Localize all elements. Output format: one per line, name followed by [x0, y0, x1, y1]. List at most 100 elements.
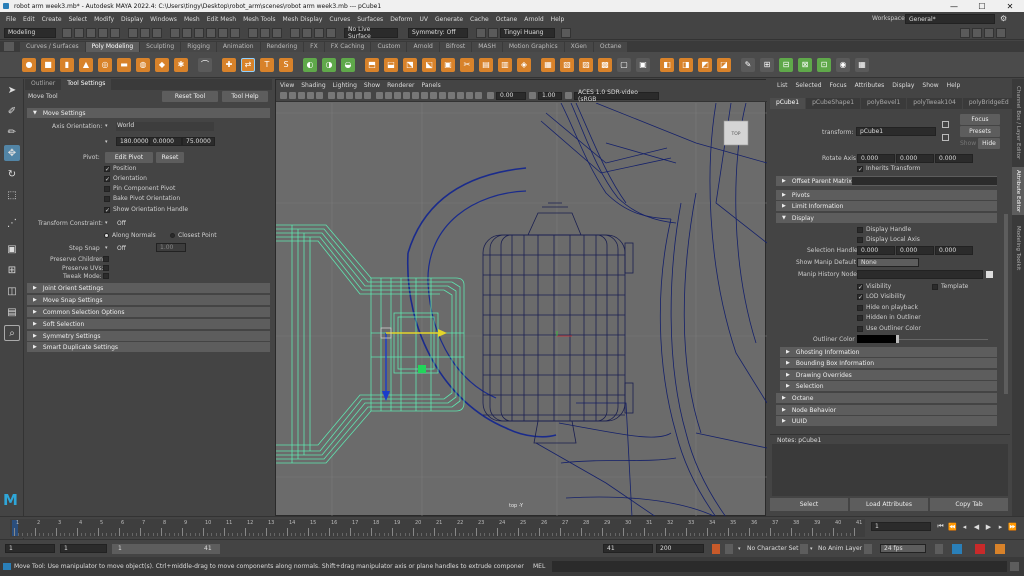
- symmetry-dropdown[interactable]: Symmetry: Off: [408, 27, 468, 38]
- node-behavior-section[interactable]: ▶ Node Behavior: [776, 405, 997, 415]
- menu-modify[interactable]: Modify: [94, 16, 114, 23]
- lod-visibility-checkbox[interactable]: ✓ LOD Visibility: [857, 293, 906, 300]
- hidden-in-outliner-checkbox[interactable]: Hidden in Outliner: [857, 314, 921, 321]
- ipr-render-icon[interactable]: [314, 27, 324, 38]
- selection-handle-y-field[interactable]: 0.000: [896, 246, 934, 255]
- bounding-box-information-section[interactable]: ▶ Bounding Box Information: [780, 358, 997, 368]
- outliner-color-slider[interactable]: [898, 339, 988, 340]
- render-settings-icon[interactable]: [326, 27, 336, 38]
- edit-pivot-button[interactable]: Edit Pivot: [105, 152, 153, 163]
- select-tool-icon[interactable]: ➤: [4, 82, 20, 98]
- wireframe-icon[interactable]: [376, 92, 383, 99]
- bevel-icon[interactable]: ⬓: [384, 57, 398, 72]
- shelf-tab-rendering[interactable]: Rendering: [260, 42, 304, 52]
- quad-draw-icon[interactable]: ⊞: [760, 57, 774, 72]
- node-editor-icon[interactable]: ▦: [855, 57, 869, 72]
- bridge-icon[interactable]: ⬔: [403, 57, 417, 72]
- ae-menu-help[interactable]: Help: [947, 82, 961, 89]
- ghosting-information-section[interactable]: ▶ Ghosting Information: [780, 347, 997, 357]
- joint-orient-settings-section[interactable]: ▶ Joint Orient Settings: [27, 283, 270, 293]
- zoom-icon[interactable]: ⌕: [4, 325, 20, 341]
- animation-preferences-icon[interactable]: [725, 544, 733, 554]
- pivots-section[interactable]: ▶ Pivots: [776, 190, 997, 200]
- single-perspective-layout-icon[interactable]: ▣: [4, 241, 20, 257]
- menu-uv[interactable]: UV: [420, 16, 429, 23]
- node-tab-polybevel1[interactable]: polyBevel1: [861, 98, 907, 109]
- automatic-mapping-icon[interactable]: ▧: [560, 57, 574, 72]
- snap-surface-icon[interactable]: [218, 27, 228, 38]
- render-frame-icon[interactable]: [302, 27, 312, 38]
- manipulator-plane-handle[interactable]: [418, 365, 426, 373]
- view-transform-dropdown[interactable]: ACES 1.0 SDR-video (sRGB: [574, 89, 659, 103]
- bookmark-icon[interactable]: [298, 92, 305, 99]
- transform-name-field[interactable]: pCube1: [856, 127, 936, 136]
- poly-plane-icon[interactable]: ▬: [117, 57, 131, 72]
- viewport-menu-lighting[interactable]: Lighting: [333, 82, 357, 89]
- ae-menu-focus[interactable]: Focus: [830, 82, 847, 89]
- axis-y-field[interactable]: 0.0000: [149, 137, 182, 146]
- current-frame-field[interactable]: 1: [871, 522, 931, 531]
- shelf-tab-fx-caching[interactable]: FX Caching: [324, 42, 371, 52]
- display-section[interactable]: ▼ Display: [776, 213, 997, 223]
- common-selection-options-section[interactable]: ▶ Common Selection Options: [27, 307, 270, 317]
- user-account-icon[interactable]: [488, 27, 498, 38]
- menu-deform[interactable]: Deform: [390, 16, 412, 23]
- history-icon[interactable]: [248, 27, 258, 38]
- toggle-modeling-toolkit-icon[interactable]: [960, 28, 970, 38]
- smooth-icon[interactable]: ◑: [322, 57, 336, 72]
- outliner-layout-icon[interactable]: ▤: [4, 304, 20, 320]
- select-object-icon[interactable]: [140, 27, 150, 38]
- snap-point-icon[interactable]: [194, 27, 204, 38]
- hide-on-playback-checkbox[interactable]: Hide on playback: [857, 304, 918, 311]
- target-weld-icon[interactable]: ◈: [517, 57, 531, 72]
- menu-help[interactable]: Help: [551, 16, 565, 23]
- outliner-color-swatch[interactable]: [857, 335, 897, 343]
- shelf-tab-animation[interactable]: Animation: [216, 42, 260, 52]
- rotate-axis-y-field[interactable]: 0.000: [896, 154, 934, 163]
- film-gate-icon[interactable]: [328, 92, 335, 99]
- render-view-icon[interactable]: [290, 27, 300, 38]
- playback-start-field[interactable]: 1: [60, 544, 107, 553]
- booleans-icon[interactable]: ◩: [698, 57, 712, 72]
- viewport-canvas[interactable]: TOP top -Y: [276, 103, 767, 517]
- lights-icon[interactable]: [412, 92, 419, 99]
- help-icon[interactable]: [561, 27, 571, 38]
- platonic-solid-icon[interactable]: ◆: [155, 57, 169, 72]
- snap-grid-icon[interactable]: [170, 27, 180, 38]
- toggle-channel-box-icon[interactable]: [996, 28, 1006, 38]
- move-settings-section[interactable]: ▼ Move Settings: [27, 108, 270, 118]
- node-tab-pcube1[interactable]: pCube1: [770, 98, 806, 109]
- offset-edge-loop-icon[interactable]: ▥: [498, 57, 512, 72]
- shelf-tab-bifrost[interactable]: Bifrost: [439, 42, 472, 52]
- axis-orientation-dropdown[interactable]: World: [116, 122, 214, 131]
- paint-select-icon[interactable]: ✏: [4, 124, 20, 140]
- offset-parent-matrix-section[interactable]: ▶ Offset Parent Matrix: [776, 176, 997, 186]
- manip-history-node-field[interactable]: [857, 270, 983, 279]
- uv-toolkit-icon[interactable]: ▣: [636, 57, 650, 72]
- append-to-polygon-icon[interactable]: ⬕: [422, 57, 436, 72]
- symmetry-icon[interactable]: [476, 27, 486, 38]
- shelf-tab-sculpting[interactable]: Sculpting: [140, 42, 181, 52]
- live-surface-field[interactable]: No Live Surface: [344, 26, 398, 40]
- animation-settings-icon[interactable]: [995, 544, 1005, 554]
- exposure-field[interactable]: 0.00: [496, 91, 526, 100]
- menu-file[interactable]: File: [6, 16, 16, 23]
- axis-z-field[interactable]: 75.0000: [182, 137, 215, 146]
- separate-icon[interactable]: ⇄: [241, 57, 255, 72]
- viewport-menu-panels[interactable]: Panels: [421, 82, 440, 89]
- menu-display[interactable]: Display: [121, 16, 143, 23]
- shelf-tab-octane[interactable]: Octane: [593, 42, 628, 52]
- side-tab-attribute-editor[interactable]: Attribute Editor: [1012, 167, 1024, 215]
- select-hierarchy-icon[interactable]: [128, 27, 138, 38]
- selection-section[interactable]: ▶ Selection: [780, 381, 997, 391]
- step-forward-key-icon[interactable]: ⏩: [1008, 522, 1017, 531]
- step-back-frame-icon[interactable]: ◂: [960, 522, 969, 531]
- mirror-icon[interactable]: ◐: [303, 57, 317, 72]
- xray-joints-icon[interactable]: [466, 92, 473, 99]
- menu-mesh[interactable]: Mesh: [184, 16, 200, 23]
- ae-menu-selected[interactable]: Selected: [796, 82, 822, 89]
- menu-edit-mesh[interactable]: Edit Mesh: [207, 16, 236, 23]
- go-to-output-icon[interactable]: [942, 134, 949, 141]
- resolution-gate-icon[interactable]: [337, 92, 344, 99]
- menu-windows[interactable]: Windows: [150, 16, 177, 23]
